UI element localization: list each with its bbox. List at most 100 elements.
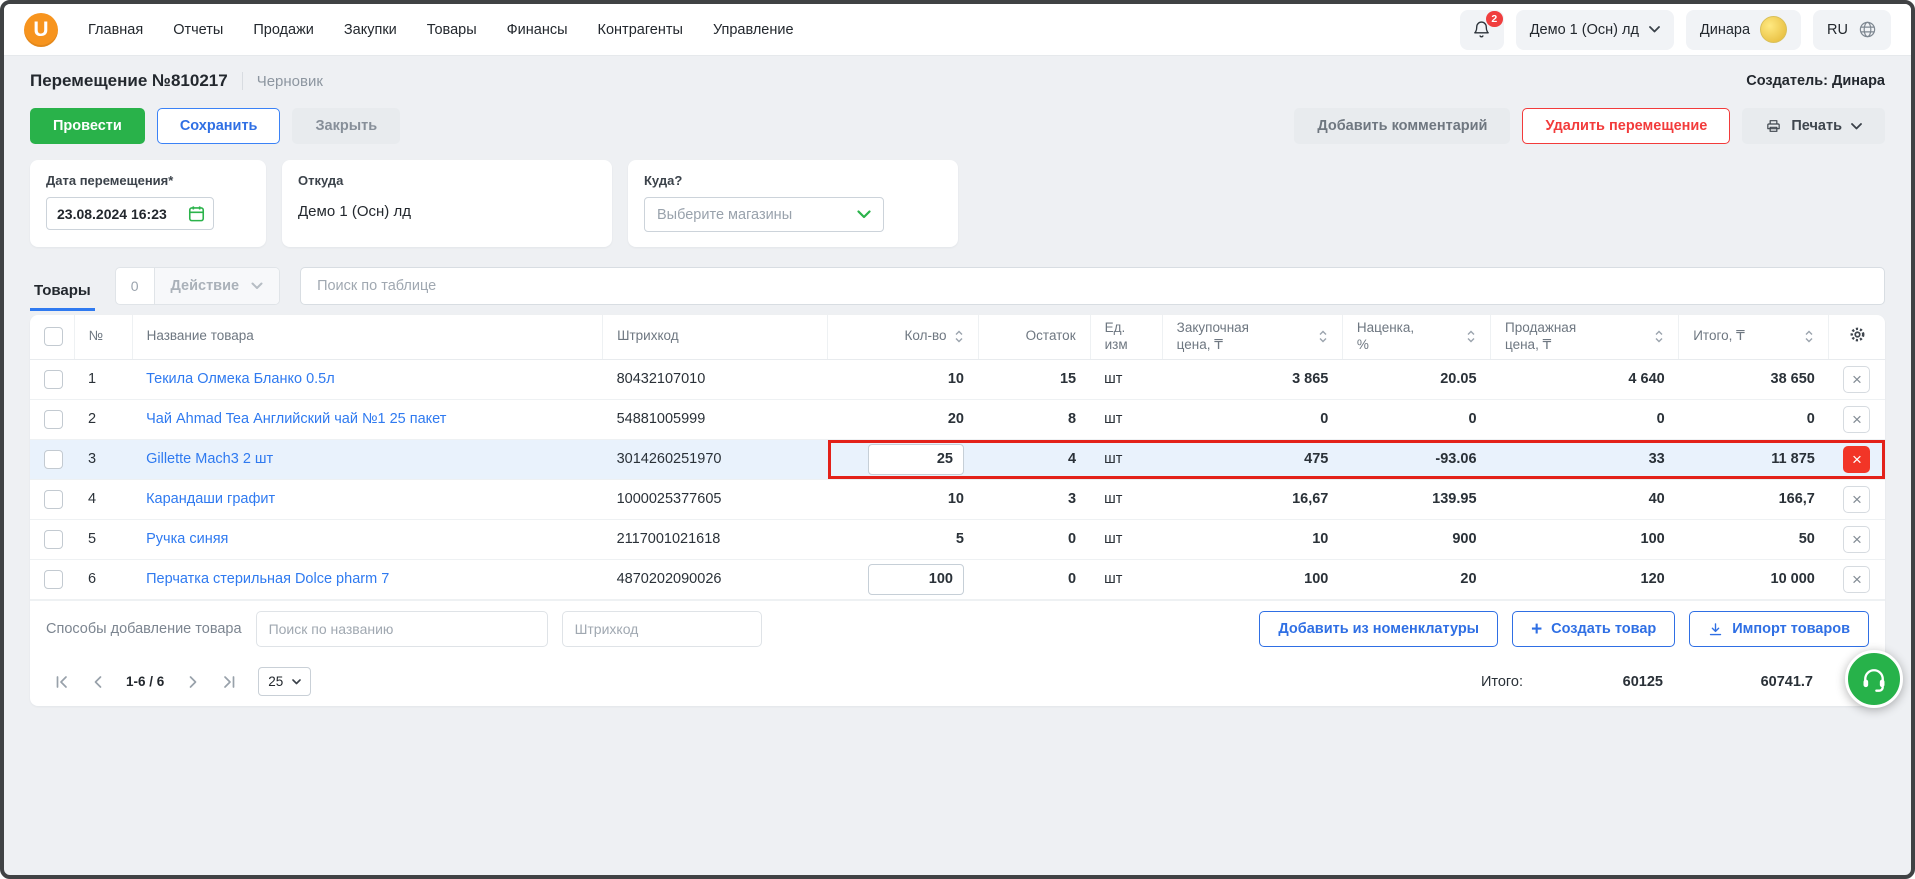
support-chat-button[interactable]	[1845, 650, 1903, 708]
product-link[interactable]: Ручка синяя	[146, 531, 228, 547]
calendar-icon[interactable]	[187, 204, 206, 228]
quantity-input[interactable]	[868, 563, 964, 595]
tab-products[interactable]: Товары	[30, 282, 95, 311]
unit-value: шт	[1090, 439, 1163, 480]
avatar	[1760, 16, 1788, 43]
delete-row-button[interactable]: ×	[1843, 405, 1871, 433]
page-size-value: 25	[268, 674, 284, 690]
table-row: 6 Перчатка стерильная Dolce pharm 7 4870…	[30, 559, 1885, 600]
delete-row-button[interactable]: ×	[1843, 525, 1871, 553]
table-row: 5 Ручка синяя 2117001021618 5 0 шт 10 90…	[30, 519, 1885, 560]
print-button[interactable]: Печать	[1742, 108, 1885, 144]
product-name-search-input[interactable]	[255, 611, 548, 648]
qty-value[interactable]: 10	[827, 359, 978, 400]
user-menu[interactable]: Динара	[1685, 9, 1802, 50]
menu-item-sales[interactable]: Продажи	[253, 22, 314, 38]
barcode-value: 54881005999	[602, 399, 828, 440]
row-checkbox[interactable]	[44, 369, 63, 389]
row-number: 1	[74, 359, 133, 400]
row-number: 3	[74, 439, 133, 480]
product-link[interactable]: Gillette Mach3 2 шт	[146, 451, 273, 467]
menu-item-counterparties[interactable]: Контрагенты	[598, 22, 683, 38]
status-badge: Черновик	[256, 72, 323, 90]
barcode-value: 1000025377605	[602, 479, 828, 520]
header-barcode: Штрихкод	[602, 315, 829, 360]
total-value: 0	[1678, 399, 1829, 440]
previous-page-button[interactable]	[82, 667, 112, 697]
add-methods-label: Способы добавление товара	[46, 621, 242, 638]
next-page-button[interactable]	[178, 667, 208, 697]
chevron-down-icon	[292, 678, 302, 685]
sort-icon[interactable]	[1654, 329, 1664, 344]
create-product-button[interactable]: + Создать товар	[1512, 611, 1676, 648]
menu-item-purchases[interactable]: Закупки	[344, 22, 397, 38]
table-row: 1 Текила Олмека Бланко 0.5л 80432107010 …	[30, 359, 1885, 400]
delete-transfer-button[interactable]: Удалить перемещение	[1522, 108, 1731, 144]
add-from-nomenclature-button[interactable]: Добавить из номенклатуры	[1259, 611, 1499, 648]
barcode-search-input[interactable]	[561, 611, 762, 648]
menu-item-home[interactable]: Главная	[88, 22, 143, 38]
gear-icon[interactable]	[1848, 325, 1867, 344]
add-comment-button[interactable]: Добавить комментарий	[1294, 108, 1511, 144]
sale-price-value: 0	[1490, 399, 1679, 440]
sale-price-value: 33	[1490, 439, 1679, 480]
qty-value[interactable]: 10	[827, 479, 978, 520]
organization-selector[interactable]: Демо 1 (Осн) лд	[1515, 9, 1674, 50]
chevron-down-icon	[1851, 122, 1862, 130]
close-button[interactable]: Закрыть	[292, 108, 401, 144]
menu-item-products[interactable]: Товары	[427, 22, 477, 38]
quantity-input[interactable]	[868, 443, 964, 475]
purchase-price-value: 0	[1162, 399, 1343, 440]
row-checkbox[interactable]	[44, 569, 63, 589]
action-dropdown[interactable]: Действие	[154, 268, 280, 304]
row-checkbox[interactable]	[44, 409, 63, 429]
destination-card: Куда? Выберите магазины	[628, 160, 958, 247]
delete-row-button[interactable]: ×	[1843, 365, 1871, 393]
language-code: RU	[1827, 21, 1848, 38]
last-page-button[interactable]	[214, 667, 244, 697]
purchase-price-value: 16,67	[1162, 479, 1343, 520]
stock-value: 0	[978, 519, 1091, 560]
page-size-select[interactable]: 25	[258, 667, 312, 697]
close-icon: ×	[1851, 529, 1862, 549]
product-link[interactable]: Перчатка стерильная Dolce pharm 7	[146, 571, 389, 587]
product-link[interactable]: Карандаши графит	[146, 491, 275, 507]
import-products-button[interactable]: Импорт товаров	[1689, 611, 1869, 648]
save-button[interactable]: Сохранить	[156, 108, 281, 144]
main-menu: Главная Отчеты Продажи Закупки Товары Фи…	[88, 22, 794, 38]
unit-value: шт	[1090, 479, 1163, 520]
row-checkbox[interactable]	[44, 489, 63, 509]
first-page-button[interactable]	[46, 667, 76, 697]
header-total: Итого, ₸	[1693, 328, 1745, 344]
product-link[interactable]: Текила Олмека Бланко 0.5л	[146, 371, 335, 387]
create-product-label: Создать товар	[1551, 621, 1657, 638]
menu-item-reports[interactable]: Отчеты	[173, 22, 223, 38]
qty-value[interactable]: 20	[827, 399, 978, 440]
stock-value: 15	[978, 359, 1091, 400]
notifications-button[interactable]: 2	[1459, 9, 1504, 50]
row-checkbox[interactable]	[44, 529, 63, 549]
table-row: 4 Карандаши графит 1000025377605 10 3 шт…	[30, 479, 1885, 520]
delete-row-button[interactable]: ×	[1843, 565, 1871, 593]
sort-icon[interactable]	[1318, 329, 1328, 344]
row-checkbox[interactable]	[44, 449, 63, 469]
row-number: 6	[74, 559, 133, 600]
menu-item-management[interactable]: Управление	[713, 22, 794, 38]
row-number: 2	[74, 399, 133, 440]
select-all-checkbox[interactable]	[44, 327, 63, 347]
table-search-input[interactable]	[300, 267, 1885, 305]
sort-icon[interactable]	[954, 329, 964, 344]
sort-icon[interactable]	[1466, 329, 1476, 344]
language-selector[interactable]: RU	[1813, 9, 1891, 50]
destination-store-select[interactable]: Выберите магазины	[644, 197, 884, 232]
menu-item-finance[interactable]: Финансы	[507, 22, 568, 38]
product-link[interactable]: Чай Ahmad Tea Английский чай №1 25 пакет	[146, 411, 446, 427]
sort-icon[interactable]	[1804, 329, 1814, 344]
app-logo[interactable]: U	[24, 12, 58, 47]
header-stock: Остаток	[1025, 328, 1076, 344]
divider	[241, 72, 243, 90]
delete-row-button[interactable]: ×	[1843, 485, 1871, 513]
qty-value[interactable]: 5	[827, 519, 978, 560]
delete-row-button[interactable]: ×	[1843, 445, 1871, 473]
post-button[interactable]: Провести	[30, 108, 145, 144]
